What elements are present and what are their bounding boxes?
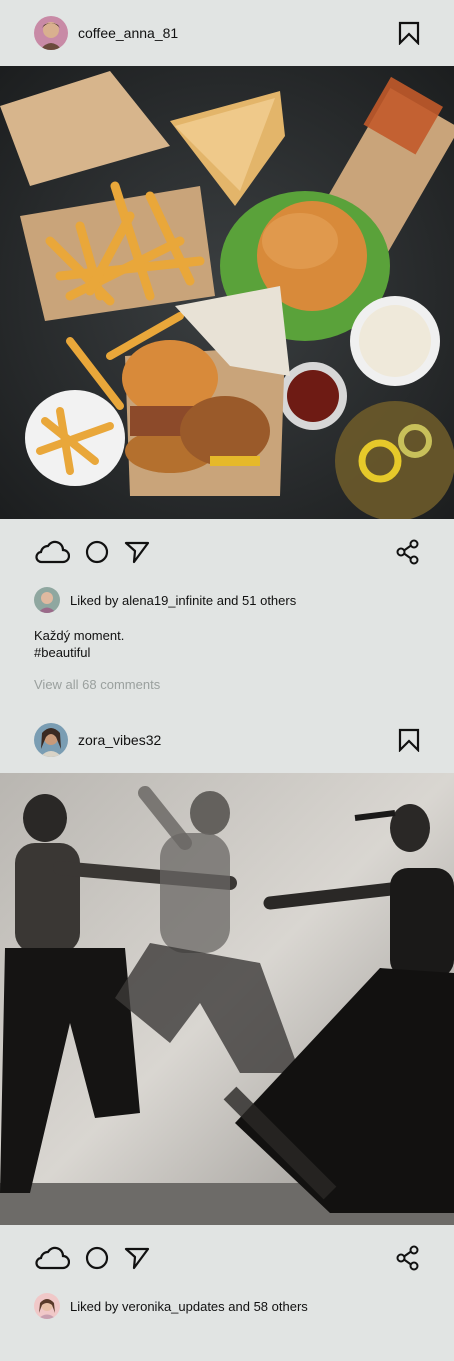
post-username[interactable]: coffee_anna_81 [78,25,398,41]
circle-icon[interactable] [84,1245,110,1271]
send-arrow-icon[interactable] [124,1246,150,1270]
post-header: coffee_anna_81 [0,0,454,66]
cloud-icon[interactable] [34,1245,70,1271]
avatar[interactable] [34,1293,60,1319]
likes-row: Liked by veronika_updates and 58 others [0,1291,454,1321]
post-photo[interactable] [0,66,454,519]
likes-count[interactable]: Liked by veronika_updates and 58 others [70,1299,308,1314]
avatar[interactable] [34,16,68,50]
caption-text: Každý moment. [34,628,125,643]
post-actions [0,1225,454,1291]
bookmark-icon[interactable] [398,21,420,45]
feed-post: coffee_anna_81 Liked by alena19_infinite… [0,0,454,692]
avatar[interactable] [34,587,60,613]
feed-post: zora_vibes32 Liked by veronika_updates a… [0,707,454,1321]
bookmark-icon[interactable] [398,728,420,752]
likes-row: Liked by alena19_infinite and 51 others [0,585,454,615]
circle-icon[interactable] [84,539,110,565]
caption-hashtag[interactable]: #beautiful [34,644,420,661]
share-icon[interactable] [396,539,420,565]
likes-count[interactable]: Liked by alena19_infinite and 51 others [70,593,296,608]
avatar[interactable] [34,723,68,757]
post-photo[interactable] [0,773,454,1225]
share-icon[interactable] [396,1245,420,1271]
post-caption: Každý moment. #beautiful [0,615,454,661]
post-username[interactable]: zora_vibes32 [78,732,398,748]
send-arrow-icon[interactable] [124,540,150,564]
cloud-icon[interactable] [34,539,70,565]
view-comments-link[interactable]: View all 68 comments [0,661,454,692]
post-actions [0,519,454,585]
post-header: zora_vibes32 [0,707,454,773]
